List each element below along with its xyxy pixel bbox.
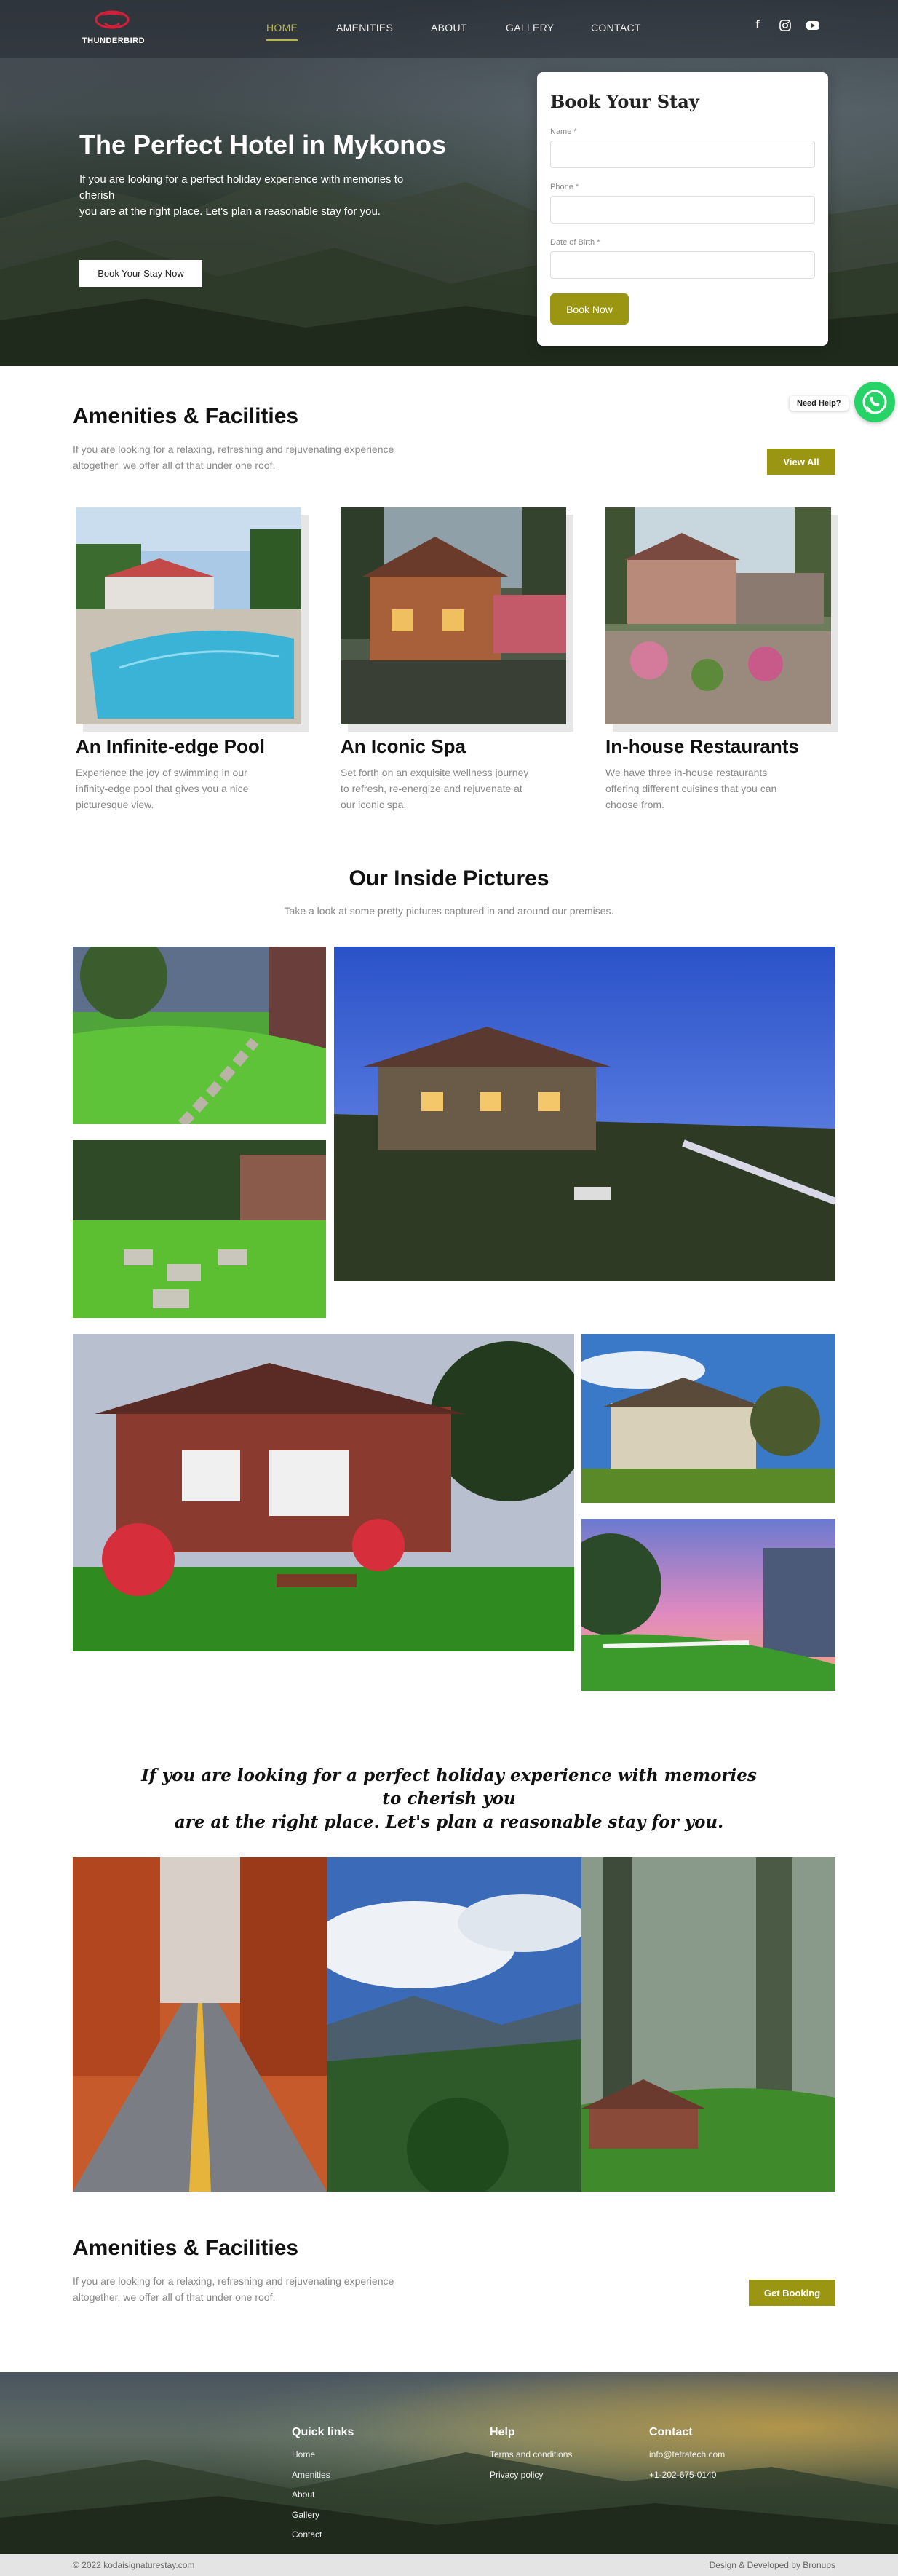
tagline-quote: If you are looking for a perfect holiday… (131, 1764, 767, 1834)
scenery-photo-forest-hut (581, 1857, 835, 2192)
name-label: Name * (550, 127, 577, 136)
brand-name: THUNDERBIRD (82, 36, 146, 45)
footer-link-privacy[interactable]: Privacy policy (490, 2470, 543, 2480)
spa-desc-line-1: Set forth on an exquisite wellness journ… (341, 767, 529, 778)
facebook-icon[interactable]: f (750, 19, 766, 35)
contact-title: Contact (649, 2426, 693, 2438)
scenery-photo-autumn-road (73, 1857, 327, 2192)
view-all-button[interactable]: View All (767, 449, 835, 475)
contact-phone[interactable]: +1-202-675-0140 (649, 2470, 716, 2480)
whatsapp-icon (862, 390, 887, 414)
quick-links-title: Quick links (292, 2426, 354, 2438)
gallery-title: Our Inside Pictures (349, 866, 549, 890)
book-your-stay-button[interactable]: Book Your Stay Now (79, 260, 202, 287)
credit-text: Design & Developed by Bronups (709, 2560, 835, 2570)
top-nav: THUNDERBIRD HOME AMENITIES ABOUT GALLERY… (0, 0, 898, 58)
gallery-photo-sunset-terrace[interactable] (581, 1519, 835, 1691)
spa-title: An Iconic Spa (341, 735, 466, 757)
scenery-photo-mountain-clouds (327, 1857, 581, 2192)
amenities-title: Amenities & Facilities (73, 404, 299, 428)
instagram-icon[interactable] (777, 19, 793, 35)
gallery-photo-garden-path[interactable] (73, 947, 326, 1124)
contact-email[interactable]: info@tetratech.com (649, 2449, 725, 2460)
quote-line-1: If you are looking for a perfect holiday… (141, 1766, 757, 1809)
gallery-photo-stepping-stones[interactable] (73, 1140, 326, 1318)
need-help-label: Need Help? (790, 396, 849, 411)
phone-label: Phone * (550, 183, 579, 191)
spa-image (341, 507, 566, 724)
thunderbird-logo-icon (95, 10, 130, 29)
bottom-bar: © 2022 kodaisignaturestay.com Design & D… (0, 2554, 898, 2576)
amenities-desc-line-1: If you are looking for a relaxing, refre… (73, 443, 394, 455)
footer-link-amenities[interactable]: Amenities (292, 2470, 330, 2480)
amenities-cta-desc-line-2: altogether, we offer all of that under o… (73, 2291, 276, 2303)
gallery-photo-cottage-flowers[interactable] (73, 1334, 574, 1651)
booking-form: Book Your Stay Name * Phone * Date of Bi… (537, 72, 828, 346)
amenities-cta-title: Amenities & Facilities (73, 2236, 299, 2260)
footer-link-terms[interactable]: Terms and conditions (490, 2449, 572, 2460)
gallery-subtitle: Take a look at some pretty pictures capt… (284, 905, 614, 917)
spa-desc-line-3: our iconic spa. (341, 799, 407, 810)
dob-field[interactable] (550, 251, 815, 279)
hero-subtitle-line-3: you are at the right place. Let's plan a… (79, 205, 381, 218)
nav-about[interactable]: ABOUT (431, 22, 467, 33)
restaurants-title: In-house Restaurants (605, 735, 799, 757)
gallery-photo-cottage-dusk[interactable] (334, 947, 835, 1281)
spa-desc-line-2: to refresh, re-energize and rejuvenate a… (341, 783, 522, 794)
restaurants-desc-line-2: offering different cuisines that you can (605, 783, 777, 794)
booking-title: Book Your Stay (550, 91, 699, 112)
amenities-desc-line-2: altogether, we offer all of that under o… (73, 459, 276, 471)
pool-title: An Infinite-edge Pool (76, 735, 265, 757)
name-field[interactable] (550, 141, 815, 168)
restaurant-image (605, 507, 831, 724)
help-title: Help (490, 2426, 515, 2438)
nav-home[interactable]: HOME (266, 22, 298, 41)
hero-title: The Perfect Hotel in Mykonos (79, 130, 447, 159)
pool-desc-line-2: infinity-edge pool that gives you a nice (76, 783, 249, 794)
nav-gallery[interactable]: GALLERY (506, 22, 554, 33)
nav-contact[interactable]: CONTACT (591, 22, 641, 33)
book-now-button[interactable]: Book Now (550, 293, 629, 325)
get-booking-button[interactable]: Get Booking (749, 2280, 835, 2306)
footer-link-contact[interactable]: Contact (292, 2529, 322, 2540)
brand-logo[interactable]: THUNDERBIRD (79, 7, 148, 48)
phone-field[interactable] (550, 196, 815, 224)
amenities-cta-desc-line-1: If you are looking for a relaxing, refre… (73, 2275, 394, 2287)
quote-line-2: are at the right place. Let's plan a rea… (174, 1812, 724, 1832)
gallery-photo-cottage-blue-sky[interactable] (581, 1334, 835, 1503)
hero-section: THUNDERBIRD HOME AMENITIES ABOUT GALLERY… (0, 0, 898, 366)
hero-subtitle-line-1: If you are looking for a perfect holiday… (79, 173, 404, 186)
nav-amenities[interactable]: AMENITIES (336, 22, 393, 33)
footer-link-home[interactable]: Home (292, 2449, 315, 2460)
footer-link-about[interactable]: About (292, 2489, 314, 2500)
restaurants-desc-line-1: We have three in-house restaurants (605, 767, 768, 778)
pool-desc-line-3: picturesque view. (76, 799, 154, 810)
restaurants-desc-line-3: choose from. (605, 799, 664, 810)
dob-label: Date of Birth * (550, 238, 600, 247)
footer-landscape (0, 2452, 898, 2554)
footer: Quick links Home Amenities About Gallery… (0, 2372, 898, 2554)
copyright-text: © 2022 kodaisignaturestay.com (73, 2560, 195, 2570)
whatsapp-chat-button[interactable] (854, 382, 895, 422)
hero-subtitle-line-2: cherish (79, 189, 115, 202)
footer-link-gallery[interactable]: Gallery (292, 2510, 319, 2520)
pool-image (76, 507, 301, 724)
youtube-icon[interactable] (805, 19, 821, 35)
pool-desc-line-1: Experience the joy of swimming in our (76, 767, 247, 778)
